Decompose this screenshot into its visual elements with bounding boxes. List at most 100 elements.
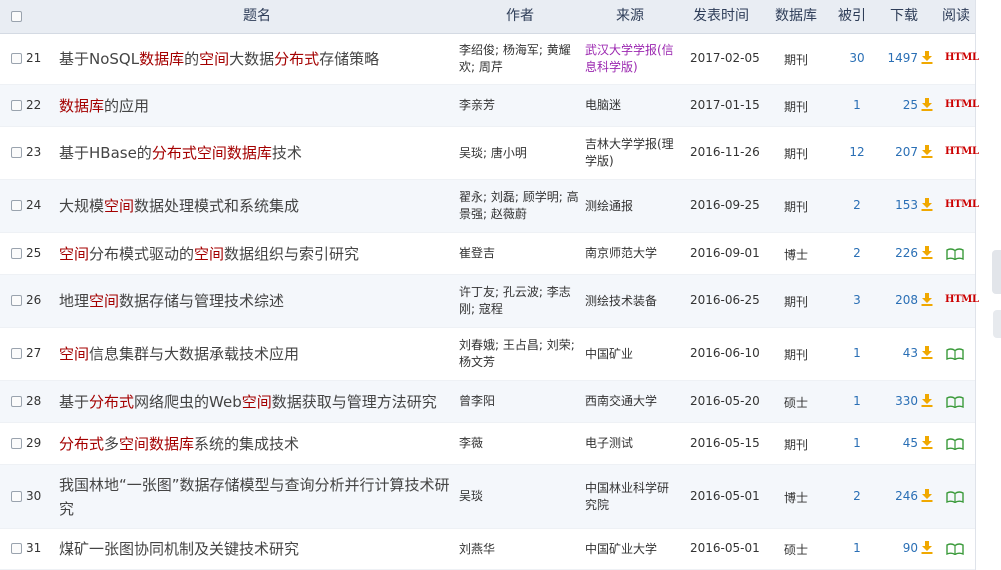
source-link[interactable]: 吉林大学学报(理学版) [585,136,677,170]
download-icon[interactable] [921,145,933,158]
download-count[interactable]: 153 [880,198,918,212]
row-checkbox[interactable] [11,99,22,111]
source-link[interactable]: 中国矿业 [585,346,677,363]
html-icon[interactable]: HTML [945,294,979,305]
paper-title-link[interactable]: 空间信息集群与大数据承载技术应用 [59,342,454,366]
header-downloads[interactable]: 下载 [884,0,924,33]
side-scroll-handle-secondary[interactable] [993,310,1001,338]
header-title[interactable]: 题名 [230,0,284,33]
author-list[interactable]: 崔登吉 [459,245,579,262]
cited-count[interactable]: 3 [842,293,872,307]
cited-count[interactable]: 1 [842,346,872,360]
author-list[interactable]: 翟永; 刘磊; 顾学明; 高景强; 赵薇蔚 [459,189,579,223]
row-checkbox[interactable] [11,395,22,407]
book-read-icon[interactable] [946,395,964,408]
book-read-icon[interactable] [946,490,964,503]
download-count[interactable]: 25 [880,98,918,112]
cited-count[interactable]: 2 [842,198,872,212]
book-read-icon[interactable] [946,348,964,361]
author-list[interactable]: 吴琰; 唐小明 [459,145,579,162]
author-list[interactable]: 李绍俊; 杨海军; 黄耀欢; 周芹 [459,42,579,76]
row-checkbox[interactable] [11,53,22,64]
download-icon[interactable] [921,293,933,306]
download-count[interactable]: 207 [880,145,918,159]
row-checkbox[interactable] [11,543,22,554]
source-link[interactable]: 测绘通报 [585,198,677,215]
source-link[interactable]: 武汉大学学报(信息科学版) [585,42,677,76]
download-icon[interactable] [921,51,933,64]
author-list[interactable]: 刘燕华 [459,541,579,558]
cited-count[interactable]: 30 [842,51,872,65]
title-text: 的应用 [104,96,150,115]
paper-title-link[interactable]: 大规模空间数据处理模式和系统集成 [59,194,454,218]
header-source[interactable]: 来源 [610,0,650,33]
cited-count[interactable]: 12 [842,145,872,159]
download-count[interactable]: 90 [880,541,918,555]
header-author[interactable]: 作者 [500,0,540,33]
source-link[interactable]: 西南交通大学 [585,393,677,410]
source-link[interactable]: 中国林业科学研究院 [585,480,677,514]
header-read[interactable]: 阅读 [937,0,975,33]
cited-count[interactable]: 1 [842,541,872,555]
download-count[interactable]: 1497 [880,51,918,65]
source-link[interactable]: 电子测试 [585,435,677,452]
author-list[interactable]: 曾李阳 [459,393,579,410]
author-list[interactable]: 李薇 [459,435,579,452]
download-count[interactable]: 208 [880,293,918,307]
book-read-icon[interactable] [946,437,964,450]
paper-title-link[interactable]: 基于分布式网络爬虫的Web空间数据获取与管理方法研究 [59,390,454,414]
cited-count[interactable]: 1 [842,394,872,408]
source-link[interactable]: 电脑迷 [585,97,677,114]
download-icon[interactable] [921,346,933,359]
source-link[interactable]: 测绘技术装备 [585,293,677,310]
header-cited[interactable]: 被引 [832,0,872,33]
paper-title-link[interactable]: 数据库的应用 [59,94,454,118]
download-count[interactable]: 246 [880,489,918,503]
row-checkbox[interactable] [11,147,22,158]
cited-count[interactable]: 2 [842,489,872,503]
book-read-icon[interactable] [946,543,964,556]
header-date[interactable]: 发表时间 [686,0,756,33]
select-all-checkbox[interactable] [11,11,22,22]
paper-title-link[interactable]: 地理空间数据存储与管理技术综述 [59,289,454,313]
download-icon[interactable] [921,435,933,449]
row-checkbox[interactable] [11,295,22,306]
download-icon[interactable] [921,245,933,259]
download-icon[interactable] [921,541,933,554]
source-link[interactable]: 南京师范大学 [585,245,677,262]
row-checkbox[interactable] [11,348,22,359]
row-checkbox[interactable] [11,247,22,259]
row-checkbox[interactable] [11,200,22,211]
row-checkbox[interactable] [11,490,22,502]
download-count[interactable]: 226 [880,246,918,260]
html-icon[interactable]: HTML [945,99,979,110]
download-count[interactable]: 45 [880,436,918,450]
paper-title-link[interactable]: 分布式多空间数据库系统的集成技术 [59,432,454,456]
side-scroll-handle[interactable] [992,250,1001,294]
download-icon[interactable] [921,97,933,111]
download-count[interactable]: 43 [880,346,918,360]
paper-title-link[interactable]: 煤矿一张图协同机制及关键技术研究 [59,537,454,561]
download-icon[interactable] [921,198,933,211]
download-icon[interactable] [921,393,933,407]
paper-title-link[interactable]: 空间分布模式驱动的空间数据组织与索引研究 [59,242,454,266]
author-list[interactable]: 许丁友; 孔云波; 李志刚; 寇程 [459,284,579,318]
author-list[interactable]: 吴琰 [459,488,579,505]
cited-count[interactable]: 2 [842,246,872,260]
row-checkbox[interactable] [11,437,22,449]
paper-title-link[interactable]: 我国林地“一张图”数据存储模型与查询分析并行计算技术研究 [59,473,454,521]
book-read-icon[interactable] [946,247,964,260]
html-icon[interactable]: HTML [945,199,979,210]
cited-count[interactable]: 1 [842,436,872,450]
download-icon[interactable] [921,488,933,502]
cited-count[interactable]: 1 [842,98,872,112]
html-icon[interactable]: HTML [945,146,979,157]
paper-title-link[interactable]: 基于HBase的分布式空间数据库技术 [59,141,454,165]
header-database[interactable]: 数据库 [768,0,824,33]
source-link[interactable]: 中国矿业大学 [585,541,677,558]
download-count[interactable]: 330 [880,394,918,408]
author-list[interactable]: 刘春娥; 王占昌; 刘荣; 杨文芳 [459,337,579,371]
paper-title-link[interactable]: 基于NoSQL数据库的空间大数据分布式存储策略 [59,47,454,71]
author-list[interactable]: 李亲芳 [459,97,579,114]
html-icon[interactable]: HTML [945,52,979,63]
